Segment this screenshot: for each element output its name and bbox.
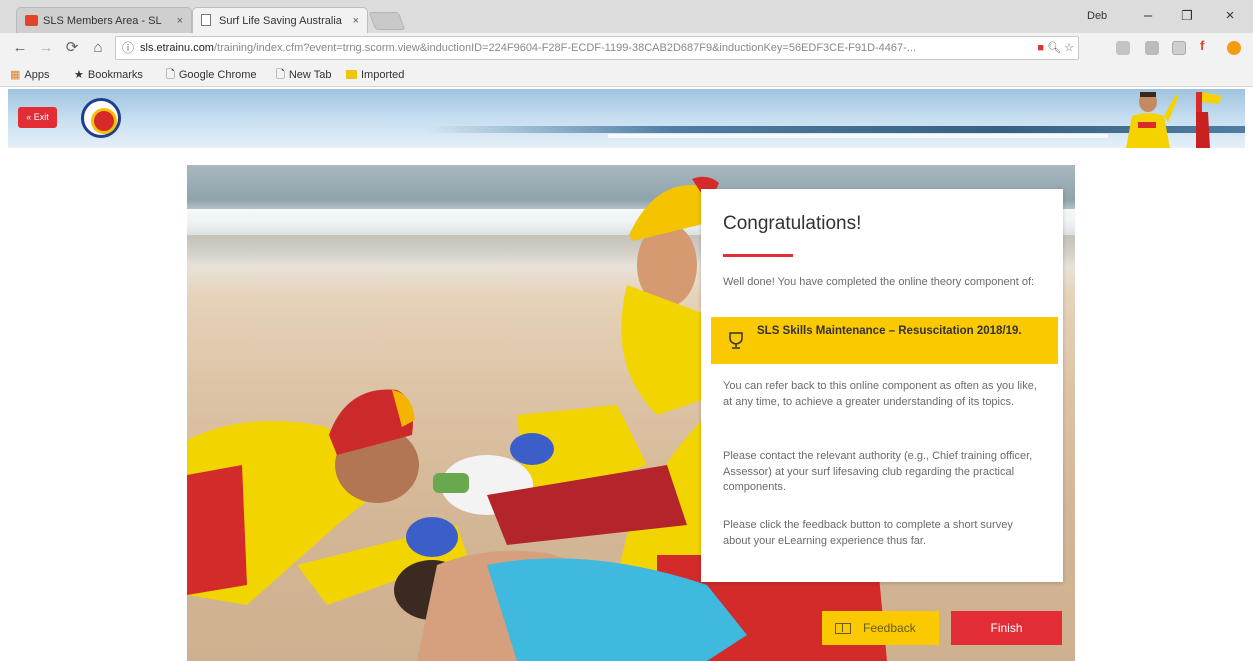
close-window-button[interactable]: × (1215, 6, 1245, 26)
bookmarks-bar: ▦ Apps ★ Bookmarks 🗋︎ Google Chrome 🗋︎ New T… (0, 63, 1253, 87)
tab-close-icon[interactable]: × (177, 8, 183, 33)
reload-button[interactable]: ⟳ (62, 38, 82, 58)
lifesaver-flag-image (1196, 92, 1222, 148)
tab-title: SLS Members Area - SL (43, 15, 162, 27)
site-header-banner: « Exit (8, 89, 1245, 148)
refer-back-text: You can refer back to this online compon… (723, 380, 1037, 408)
congratulations-card: Congratulations! Well done! You have com… (701, 189, 1063, 582)
browser-tabstrip: SLS Members Area - SL × Surf Life Saving… (0, 0, 1253, 33)
profile-user-label[interactable]: Deb (1087, 10, 1107, 22)
lifesaver-banner-image (1126, 92, 1178, 148)
restore-button[interactable]: ❐ (1172, 6, 1202, 26)
forward-button[interactable]: → (36, 38, 56, 58)
bookmark-imported[interactable]: Imported (346, 68, 404, 82)
popup-blocked-icon[interactable]: ■ (1037, 42, 1044, 54)
feedback-button[interactable]: Feedback (822, 611, 939, 645)
address-bar-actions: ■ 🔍︎ ☆ (1037, 37, 1074, 59)
bookmark-bookmarks[interactable]: ★ Bookmarks (74, 68, 143, 82)
url-text: sls.etrainu.com/training/index.cfm?event… (140, 42, 916, 54)
contact-authority-text: Please contact the relevant authority (e… (723, 450, 1033, 493)
feedback-instruction-text: Please click the feedback button to comp… (723, 519, 1013, 547)
site-info-icon[interactable]: ⓘ (122, 37, 134, 59)
tab-title: Surf Life Saving Australia (219, 15, 342, 27)
tab-surf-life-saving-australia[interactable]: Surf Life Saving Australia × (192, 7, 368, 33)
camera-extension-icon[interactable] (1145, 41, 1159, 55)
star-icon: ★ (74, 69, 84, 81)
zoom-icon[interactable]: 🔍︎ (1047, 42, 1061, 54)
page-favicon-icon (201, 14, 211, 26)
apps-grid-icon: ▦ (10, 69, 21, 81)
minimize-button[interactable]: – (1133, 6, 1163, 26)
page-icon: 🗋︎ (166, 69, 175, 81)
completed-course-title: SLS Skills Maintenance – Resuscitation 2… (757, 325, 1022, 337)
browser-toolbar: ← → ⟳ ⌂ ⓘ sls.etrainu.com/training/index… (0, 33, 1253, 63)
extension-f-icon[interactable]: f (1200, 38, 1214, 53)
extension-circle-icon[interactable] (1227, 41, 1241, 55)
feedback-label: Feedback (863, 621, 916, 635)
cast-extension-icon[interactable] (1172, 41, 1186, 55)
bookmark-new-tab[interactable]: 🗋︎ New Tab (276, 68, 331, 82)
trophy-icon (729, 332, 743, 349)
home-button[interactable]: ⌂ (88, 38, 108, 58)
completed-course-banner: SLS Skills Maintenance – Resuscitation 2… (711, 317, 1058, 364)
bookmark-star-icon[interactable]: ☆ (1064, 42, 1074, 54)
bookmark-apps[interactable]: ▦ Apps (10, 68, 49, 82)
page-icon: 🗋︎ (276, 69, 285, 81)
banner-surf-line (608, 134, 1108, 138)
completion-intro-text: Well done! You have completed the online… (723, 276, 1035, 288)
address-bar[interactable]: ⓘ sls.etrainu.com/training/index.cfm?eve… (115, 36, 1079, 60)
book-icon (835, 623, 851, 634)
tab-sls-members-area[interactable]: SLS Members Area - SL × (16, 7, 192, 33)
new-tab-button[interactable] (368, 12, 406, 30)
title-underline (723, 254, 793, 257)
exit-button[interactable]: « Exit (18, 107, 57, 128)
folder-icon (346, 70, 357, 79)
sls-favicon-icon (25, 15, 38, 26)
card-title: Congratulations! (723, 213, 862, 234)
back-button[interactable]: ← (10, 38, 30, 58)
finish-button[interactable]: Finish (951, 611, 1062, 645)
tab-close-icon[interactable]: × (353, 8, 359, 33)
bookmark-google-chrome[interactable]: 🗋︎ Google Chrome (166, 68, 257, 82)
extension-icon[interactable] (1116, 41, 1130, 55)
sls-logo (81, 98, 121, 138)
